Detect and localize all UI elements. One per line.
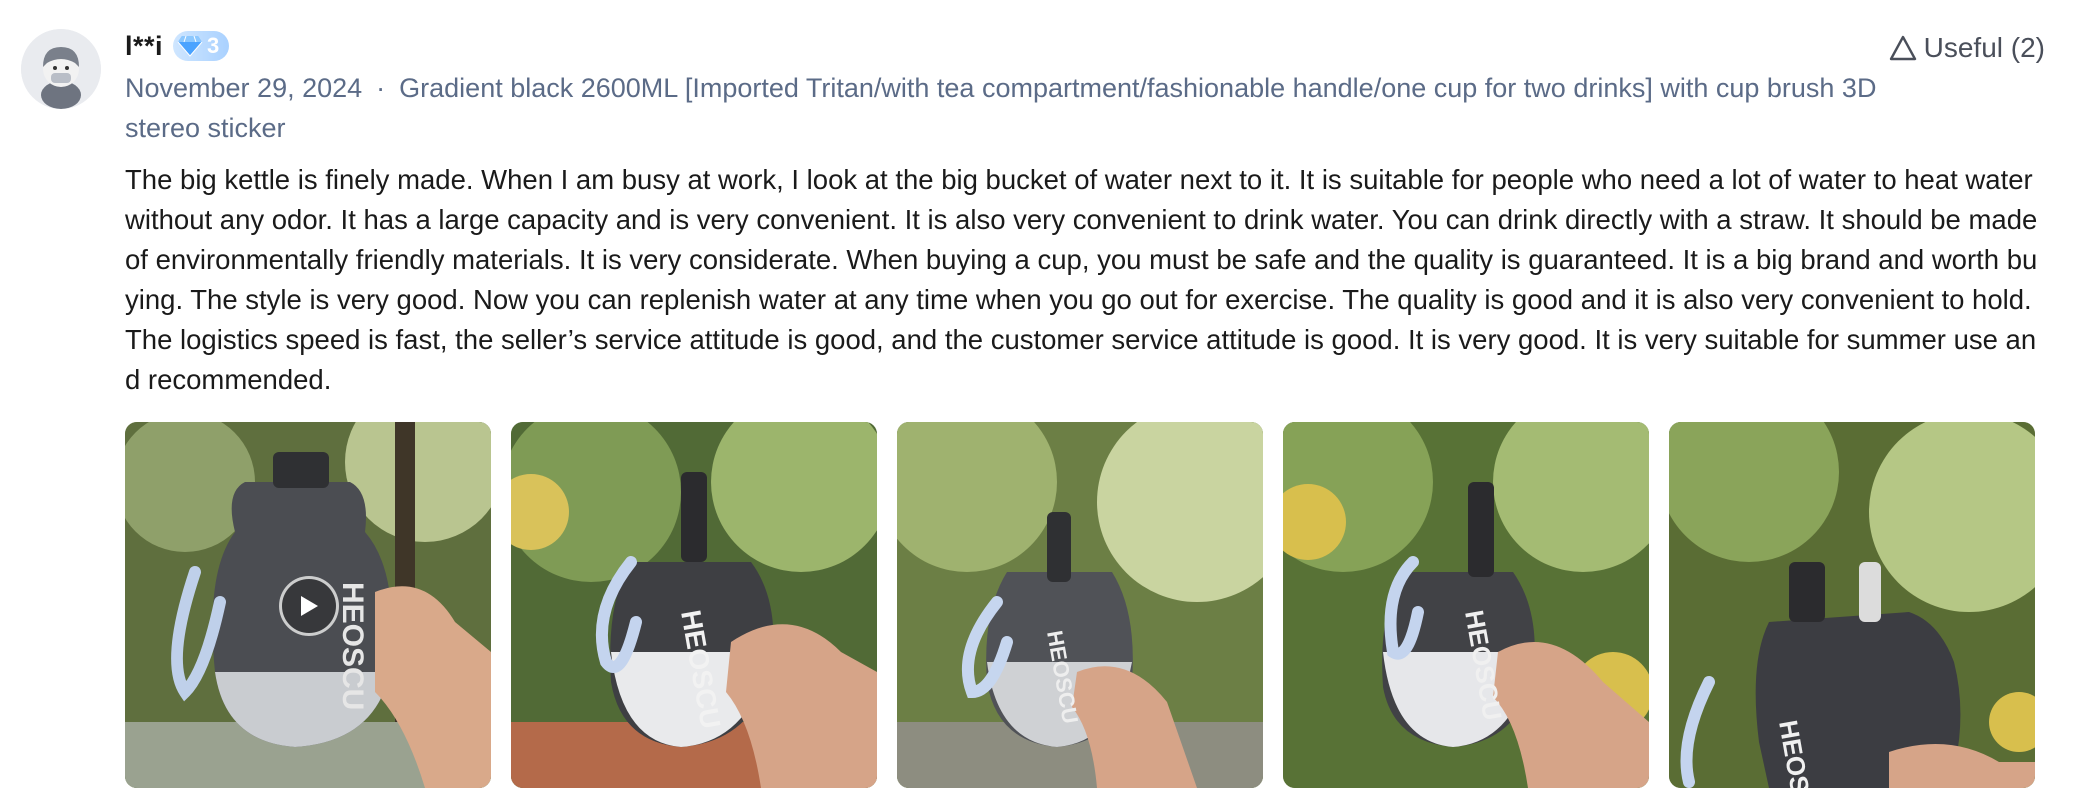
review-meta: November 29, 2024 · Gradient black 2600ML … [125, 68, 1885, 148]
bottle-brand-text: HEOSCU [336, 582, 369, 710]
play-icon [301, 596, 318, 616]
meta-separator: · [376, 73, 386, 103]
diamond-icon [177, 35, 203, 57]
play-button[interactable] [279, 576, 339, 636]
media-thumb-photo[interactable]: HEOSCU [1669, 422, 2035, 788]
product-variant: Gradient black 2600ML [Imported Tritan/w… [125, 73, 1877, 143]
review-date: November 29, 2024 [125, 73, 363, 103]
media-thumb-video[interactable]: HEOSCU [125, 422, 491, 788]
media-gallery: HEOSCU HEOSCU HEOSCU HEOSCU HEOSCU [125, 422, 2045, 788]
thumbs-up-outline-icon [1889, 35, 1916, 61]
useful-label: Useful (2) [1923, 32, 2045, 63]
avatar[interactable] [21, 29, 101, 109]
level-badge: 3 [173, 31, 230, 61]
useful-button[interactable]: Useful (2) [1888, 32, 2045, 64]
level-number: 3 [207, 33, 220, 58]
media-thumb-photo[interactable]: HEOSCU [1283, 422, 1649, 788]
review-card: l**i 3 Useful (2) November 29, 2024 · Grad… [0, 0, 2082, 812]
media-thumb-photo[interactable]: HEOSCU [511, 422, 877, 788]
media-thumb-photo[interactable]: HEOSCU [897, 422, 1263, 788]
username: l**i [125, 30, 164, 61]
review-text: The big kettle is finely made. When I am… [125, 164, 2038, 395]
